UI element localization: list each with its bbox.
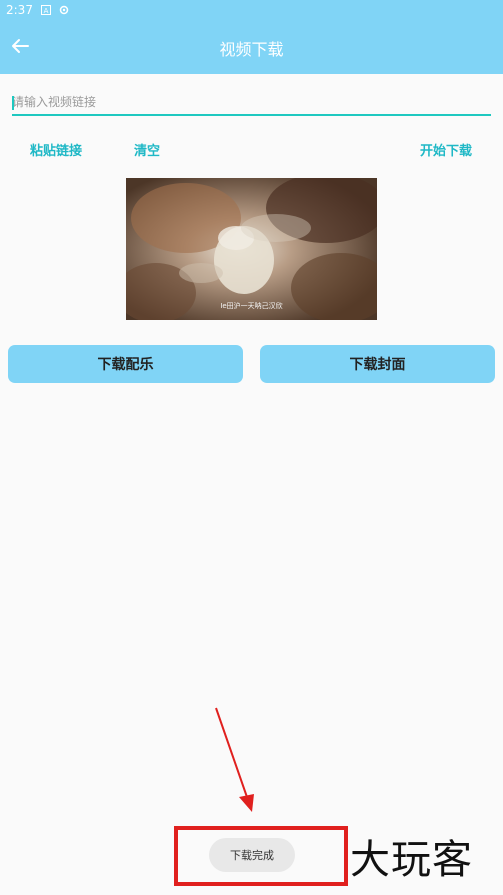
video-preview[interactable]: Ie田沪一天呐己汉欣 bbox=[126, 178, 377, 320]
text-cursor bbox=[12, 96, 14, 110]
page-title: 视频下载 bbox=[219, 40, 284, 59]
video-frame-image bbox=[126, 178, 377, 320]
status-time: 2:37 bbox=[6, 3, 33, 17]
start-download-button[interactable]: 开始下载 bbox=[420, 140, 472, 159]
a-icon: A bbox=[40, 5, 51, 15]
status-bar: 2:37 A bbox=[0, 0, 503, 20]
watermark-text: 大玩客 bbox=[350, 837, 473, 883]
toast-message: 下载完成 bbox=[209, 838, 295, 872]
app-bar: 视频下载 bbox=[0, 20, 503, 74]
download-music-button[interactable]: 下载配乐 bbox=[8, 345, 243, 383]
video-url-input[interactable] bbox=[12, 90, 491, 116]
download-cover-button[interactable]: 下载封面 bbox=[260, 345, 495, 383]
video-caption: Ie田沪一天呐己汉欣 bbox=[220, 302, 283, 310]
svg-text:A: A bbox=[44, 7, 49, 15]
annotation-arrow bbox=[215, 707, 254, 812]
settings-gear-icon bbox=[59, 5, 69, 15]
paste-link-button[interactable]: 粘贴链接 bbox=[30, 140, 82, 159]
clear-button[interactable]: 清空 bbox=[134, 140, 160, 159]
